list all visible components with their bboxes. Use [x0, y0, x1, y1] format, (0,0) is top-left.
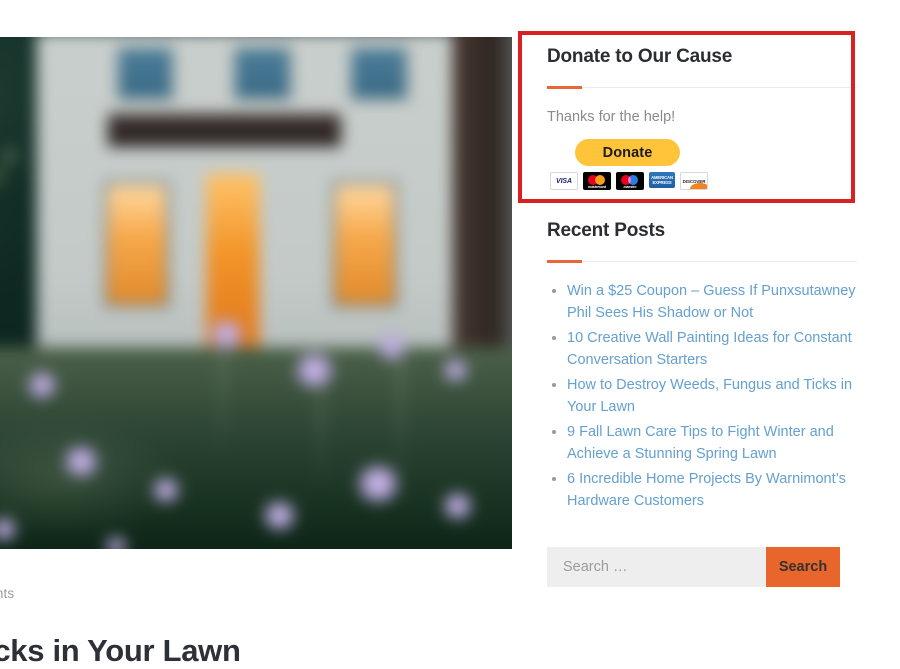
recent-title-divider — [547, 260, 857, 263]
photo-flower — [62, 445, 101, 478]
photo-flower — [26, 371, 58, 399]
search-form: Search — [547, 547, 840, 587]
post-title: Fungus and Ticks in Your Lawn — [0, 632, 241, 668]
photo-flower-stem — [221, 339, 224, 467]
photo-lit-window-left — [107, 184, 166, 304]
recent-post-link[interactable]: 10 Creative Wall Painting Ideas for Cons… — [567, 330, 852, 368]
search-widget: Search — [547, 547, 840, 587]
search-button[interactable]: Search — [766, 547, 840, 587]
donate-button[interactable]: Donate — [575, 139, 680, 166]
recent-posts-widget: Recent Posts Win a $25 Coupon – Guess If… — [547, 220, 857, 515]
post-comments-meta: omments — [0, 586, 15, 601]
search-input[interactable] — [547, 547, 766, 587]
recent-post-link[interactable]: How to Destroy Weeds, Fungus and Ticks i… — [567, 377, 852, 415]
visa-card-icon: VISA — [550, 172, 578, 190]
photo-flower — [441, 492, 474, 520]
photo-flower — [208, 318, 245, 351]
donate-widget-title: Donate to Our Cause — [547, 46, 733, 67]
list-item[interactable]: How to Destroy Weeds, Fungus and Ticks i… — [547, 374, 857, 418]
photo-flower — [375, 333, 408, 361]
recent-posts-list: Win a $25 Coupon – Guess If Punxsutawney… — [547, 280, 857, 512]
discover-card-icon: DISCOVER — [680, 172, 708, 190]
recent-posts-title: Recent Posts — [547, 220, 665, 241]
photo-upper-window-2 — [236, 48, 289, 98]
donate-widget-text: Thanks for the help! — [547, 109, 676, 125]
recent-post-link[interactable]: 9 Fall Lawn Care Tips to Fight Winter an… — [567, 424, 834, 462]
list-item[interactable]: 10 Creative Wall Painting Ideas for Cons… — [547, 327, 857, 371]
featured-post-image — [0, 37, 512, 549]
photo-porch-roof — [107, 113, 342, 147]
photo-flower — [261, 500, 298, 531]
list-item[interactable]: 6 Incredible Home Projects By Warnimont’… — [547, 468, 857, 512]
recent-post-link[interactable]: Win a $25 Coupon – Guess If Punxsutawney… — [567, 283, 856, 321]
list-item[interactable]: 9 Fall Lawn Care Tips to Fight Winter an… — [547, 421, 857, 465]
amex-card-icon: AMERICAN EXPRESS — [649, 172, 675, 188]
photo-flower — [104, 536, 128, 549]
photo-flower — [151, 477, 181, 503]
recent-post-link[interactable]: 6 Incredible Home Projects By Warnimont’… — [567, 471, 846, 509]
photo-layers — [0, 37, 512, 549]
photo-lit-window-right — [335, 184, 394, 304]
list-item[interactable]: Win a $25 Coupon – Guess If Punxsutawney… — [547, 280, 857, 324]
photo-upper-window-3 — [353, 48, 406, 98]
photo-flower — [293, 352, 336, 389]
accepted-cards-row: VISA mastercard maestro AMERICAN EXPRESS … — [550, 172, 857, 190]
photo-flower — [354, 464, 402, 503]
mastercard-card-icon: mastercard — [583, 172, 611, 190]
maestro-card-icon: maestro — [616, 172, 644, 190]
photo-upper-window-1 — [118, 48, 172, 98]
sidebar: Donate to Our Cause Thanks for the help!… — [530, 0, 900, 656]
photo-flower-stem — [319, 371, 322, 499]
donate-title-divider — [547, 86, 857, 89]
featured-post-column: omments Fungus and Ticks in Your Lawn — [0, 0, 512, 668]
donate-widget: Donate to Our Cause Thanks for the help!… — [547, 46, 857, 190]
photo-flower — [441, 358, 470, 383]
